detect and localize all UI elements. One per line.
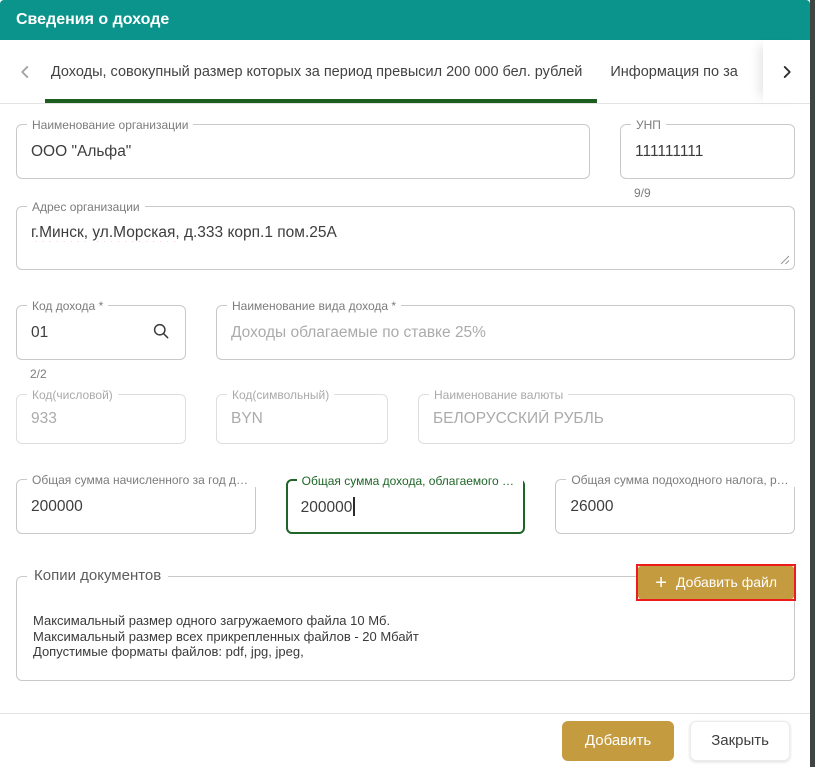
dialog-title: Сведения о доходе (16, 11, 169, 29)
tab-scroll-right-button[interactable] (763, 40, 810, 103)
income-code-label: Код дохода * (27, 299, 108, 313)
currency-name-label: Наименование валюты (429, 388, 568, 402)
unp-field[interactable]: УНП 111111111 (620, 124, 795, 179)
document-copies-section: Копии документов + Добавить файл Максима… (16, 576, 795, 681)
organization-address-label: Адрес организации (27, 200, 145, 214)
max-total-files-note: Максимальный размер всех прикрепленных ф… (33, 629, 778, 645)
max-single-file-note: Максимальный размер одного загружаемого … (33, 613, 778, 629)
income-code-value: 01 (31, 324, 48, 342)
tab-bar: Доходы, совокупный размер которых за пер… (0, 40, 810, 104)
row-organization: Наименование организации ООО "Альфа" УНП… (16, 124, 795, 200)
textarea-resize-handle-icon[interactable] (780, 255, 790, 265)
total-taxable-income-field[interactable]: Общая сумма дохода, облагаемого по ста..… (286, 479, 526, 534)
plus-icon: + (655, 573, 667, 593)
income-details-dialog: Сведения о доходе Доходы, совокупный раз… (0, 0, 810, 767)
total-accrued-income-field[interactable]: Общая сумма начисленного за год дохода,.… (16, 479, 256, 534)
currency-name-value: БЕЛОРУССКИЙ РУБЛЬ (433, 410, 604, 428)
currency-numeric-code-label: Код(числовой) (27, 388, 118, 402)
chevron-right-icon (776, 61, 798, 83)
annotation-highlight-frame: + Добавить файл (636, 564, 796, 601)
total-accrued-income-label: Общая сумма начисленного за год дохода,.… (27, 473, 256, 487)
add-file-button[interactable]: + Добавить файл (638, 566, 794, 599)
total-taxable-income-value: 200000 (301, 497, 355, 517)
row-sums: Общая сумма начисленного за год дохода,.… (16, 479, 795, 534)
tab-scroll-left-button[interactable] (0, 40, 51, 103)
organization-name-value: ООО "Альфа" (31, 143, 131, 161)
income-code-field[interactable]: Код дохода * 01 (16, 305, 186, 360)
tab-information-next[interactable]: Информация по за (582, 40, 763, 103)
tab-incomes-over-200000[interactable]: Доходы, совокупный размер которых за пер… (51, 40, 582, 103)
total-taxable-income-label: Общая сумма дохода, облагаемого по ста..… (297, 474, 524, 488)
unp-char-counter: 9/9 (634, 186, 795, 200)
organization-name-field[interactable]: Наименование организации ООО "Альфа" (16, 124, 590, 179)
currency-symbolic-code-field: Код(символьный) BYN (216, 394, 388, 444)
add-file-button-label: Добавить файл (676, 566, 777, 599)
unp-value: 111111111 (635, 143, 703, 161)
currency-symbolic-code-value: BYN (231, 410, 263, 428)
organization-address-value: г.Минск, ул.Морская, д.333 корп.1 пом.25… (31, 224, 337, 242)
currency-numeric-code-value: 933 (31, 410, 57, 428)
income-type-field: Наименование вида дохода * Доходы облага… (216, 305, 795, 360)
total-income-tax-field[interactable]: Общая сумма подоходного налога, руб * 26… (555, 479, 795, 534)
close-button[interactable]: Закрыть (690, 721, 790, 761)
total-income-tax-label: Общая сумма подоходного налога, руб * (566, 473, 795, 487)
search-icon (151, 321, 171, 344)
row-income-code: Код дохода * 01 2/2 Наименование вида до… (16, 305, 795, 381)
income-type-label: Наименование вида дохода * (227, 299, 401, 313)
income-type-value: Доходы облагаемые по ставке 25% (231, 324, 486, 342)
allowed-formats-note: Допустимые форматы файлов: pdf, jpg, jpe… (33, 644, 778, 660)
total-income-tax-value: 26000 (570, 498, 613, 516)
active-tab-indicator (45, 99, 597, 103)
currency-name-field: Наименование валюты БЕЛОРУССКИЙ РУБЛЬ (418, 394, 795, 444)
currency-numeric-code-field: Код(числовой) 933 (16, 394, 186, 444)
text-cursor (353, 497, 355, 516)
document-copies-legend: Копии документов (27, 567, 168, 584)
organization-name-label: Наименование организации (27, 118, 193, 132)
dialog-header: Сведения о доходе (0, 0, 810, 40)
chevron-left-icon (14, 61, 36, 83)
currency-symbolic-code-label: Код(символьный) (227, 388, 334, 402)
form-content: Наименование организации ООО "Альфа" УНП… (0, 104, 810, 681)
unp-label: УНП (631, 118, 666, 132)
add-button[interactable]: Добавить (562, 721, 674, 761)
tab-label: Информация по за (610, 64, 737, 80)
tab-label: Доходы, совокупный размер которых за пер… (51, 64, 582, 80)
income-code-search-button[interactable] (151, 321, 171, 344)
total-accrued-income-value: 200000 (31, 498, 83, 516)
income-code-char-counter: 2/2 (30, 367, 186, 381)
background-page-edge (810, 0, 815, 767)
dialog-footer: Добавить Закрыть (0, 713, 810, 767)
row-currency: Код(числовой) 933 Код(символьный) BYN На… (16, 394, 795, 444)
organization-address-field[interactable]: Адрес организации г.Минск, ул.Морская, д… (16, 206, 795, 270)
